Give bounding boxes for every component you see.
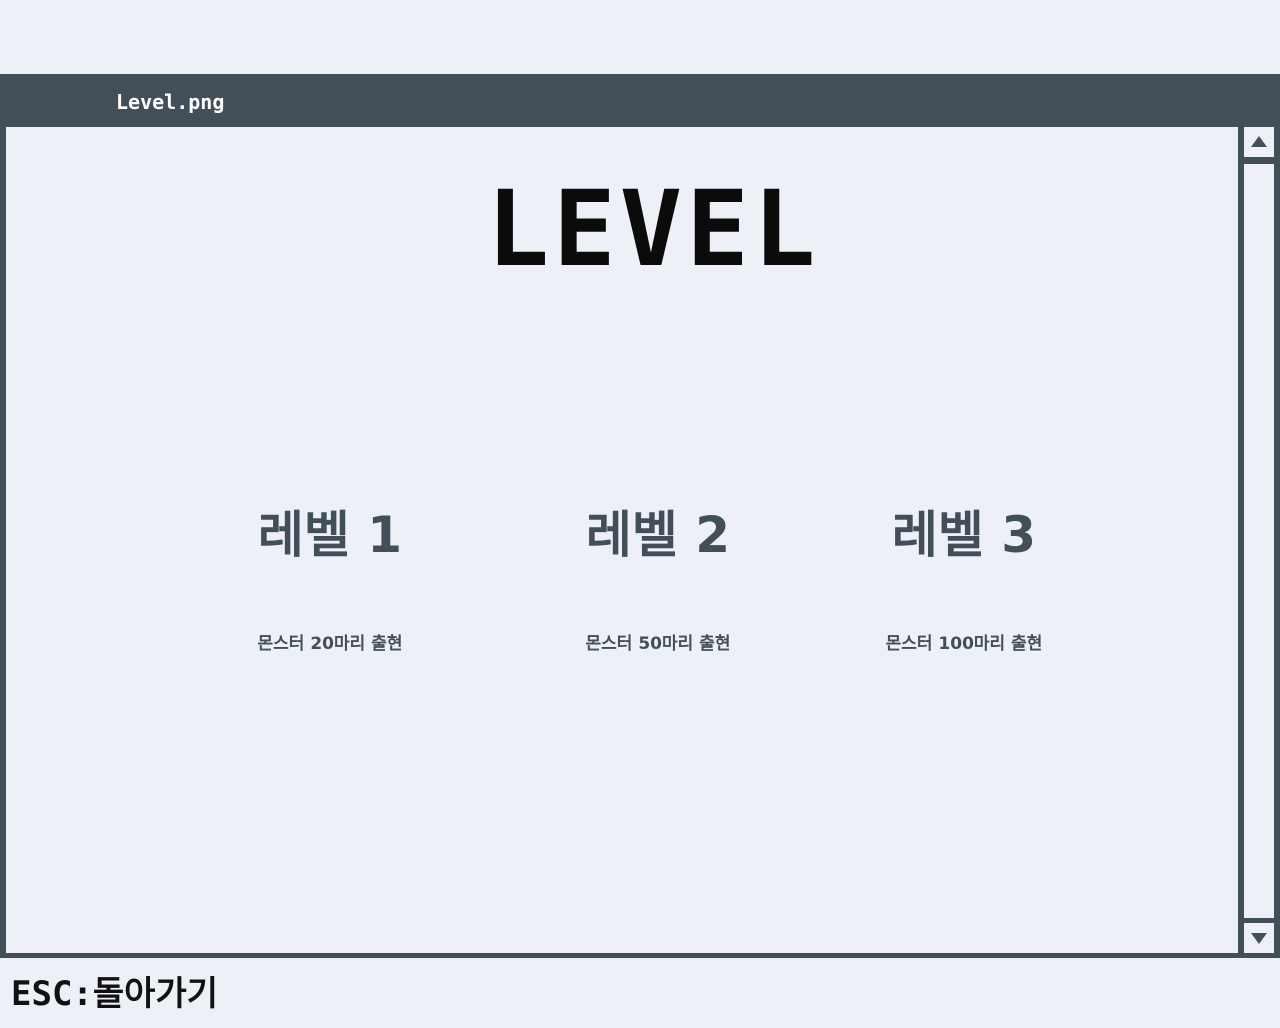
image-viewer-window: Level.png LEVEL 레벨 1 몬스터 20마리 출현 레벨 2 몬스… — [0, 74, 1280, 958]
scroll-up-button[interactable] — [1244, 127, 1274, 157]
triangle-down-icon — [1251, 933, 1267, 944]
level-1-option[interactable]: 레벨 1 몬스터 20마리 출현 — [180, 505, 480, 655]
level-heading: LEVEL — [486, 168, 820, 290]
scrollbar-track[interactable] — [1244, 164, 1274, 918]
level-2-title: 레벨 2 — [585, 506, 731, 564]
level-1-description: 몬스터 20마리 출현 — [257, 634, 403, 654]
level-2-description: 몬스터 50마리 출현 — [585, 634, 731, 654]
window-titlebar[interactable]: Level.png — [0, 74, 1280, 126]
esc-back-hint: ESC:돌아가기 — [11, 974, 218, 1014]
triangle-up-icon — [1251, 136, 1267, 147]
scroll-down-button[interactable] — [1244, 923, 1274, 953]
window-title: Level.png — [116, 90, 225, 114]
level-select-screen: LEVEL 레벨 1 몬스터 20마리 출현 레벨 2 몬스터 50마리 출현 … — [6, 127, 1238, 953]
level-1-title: 레벨 1 — [257, 506, 403, 564]
vertical-scrollbar[interactable] — [1238, 127, 1280, 953]
level-3-title: 레벨 3 — [891, 506, 1037, 564]
level-3-description: 몬스터 100마리 출현 — [885, 634, 1043, 654]
level-3-option[interactable]: 레벨 3 몬스터 100마리 출현 — [814, 505, 1114, 655]
level-2-option[interactable]: 레벨 2 몬스터 50마리 출현 — [508, 505, 808, 655]
